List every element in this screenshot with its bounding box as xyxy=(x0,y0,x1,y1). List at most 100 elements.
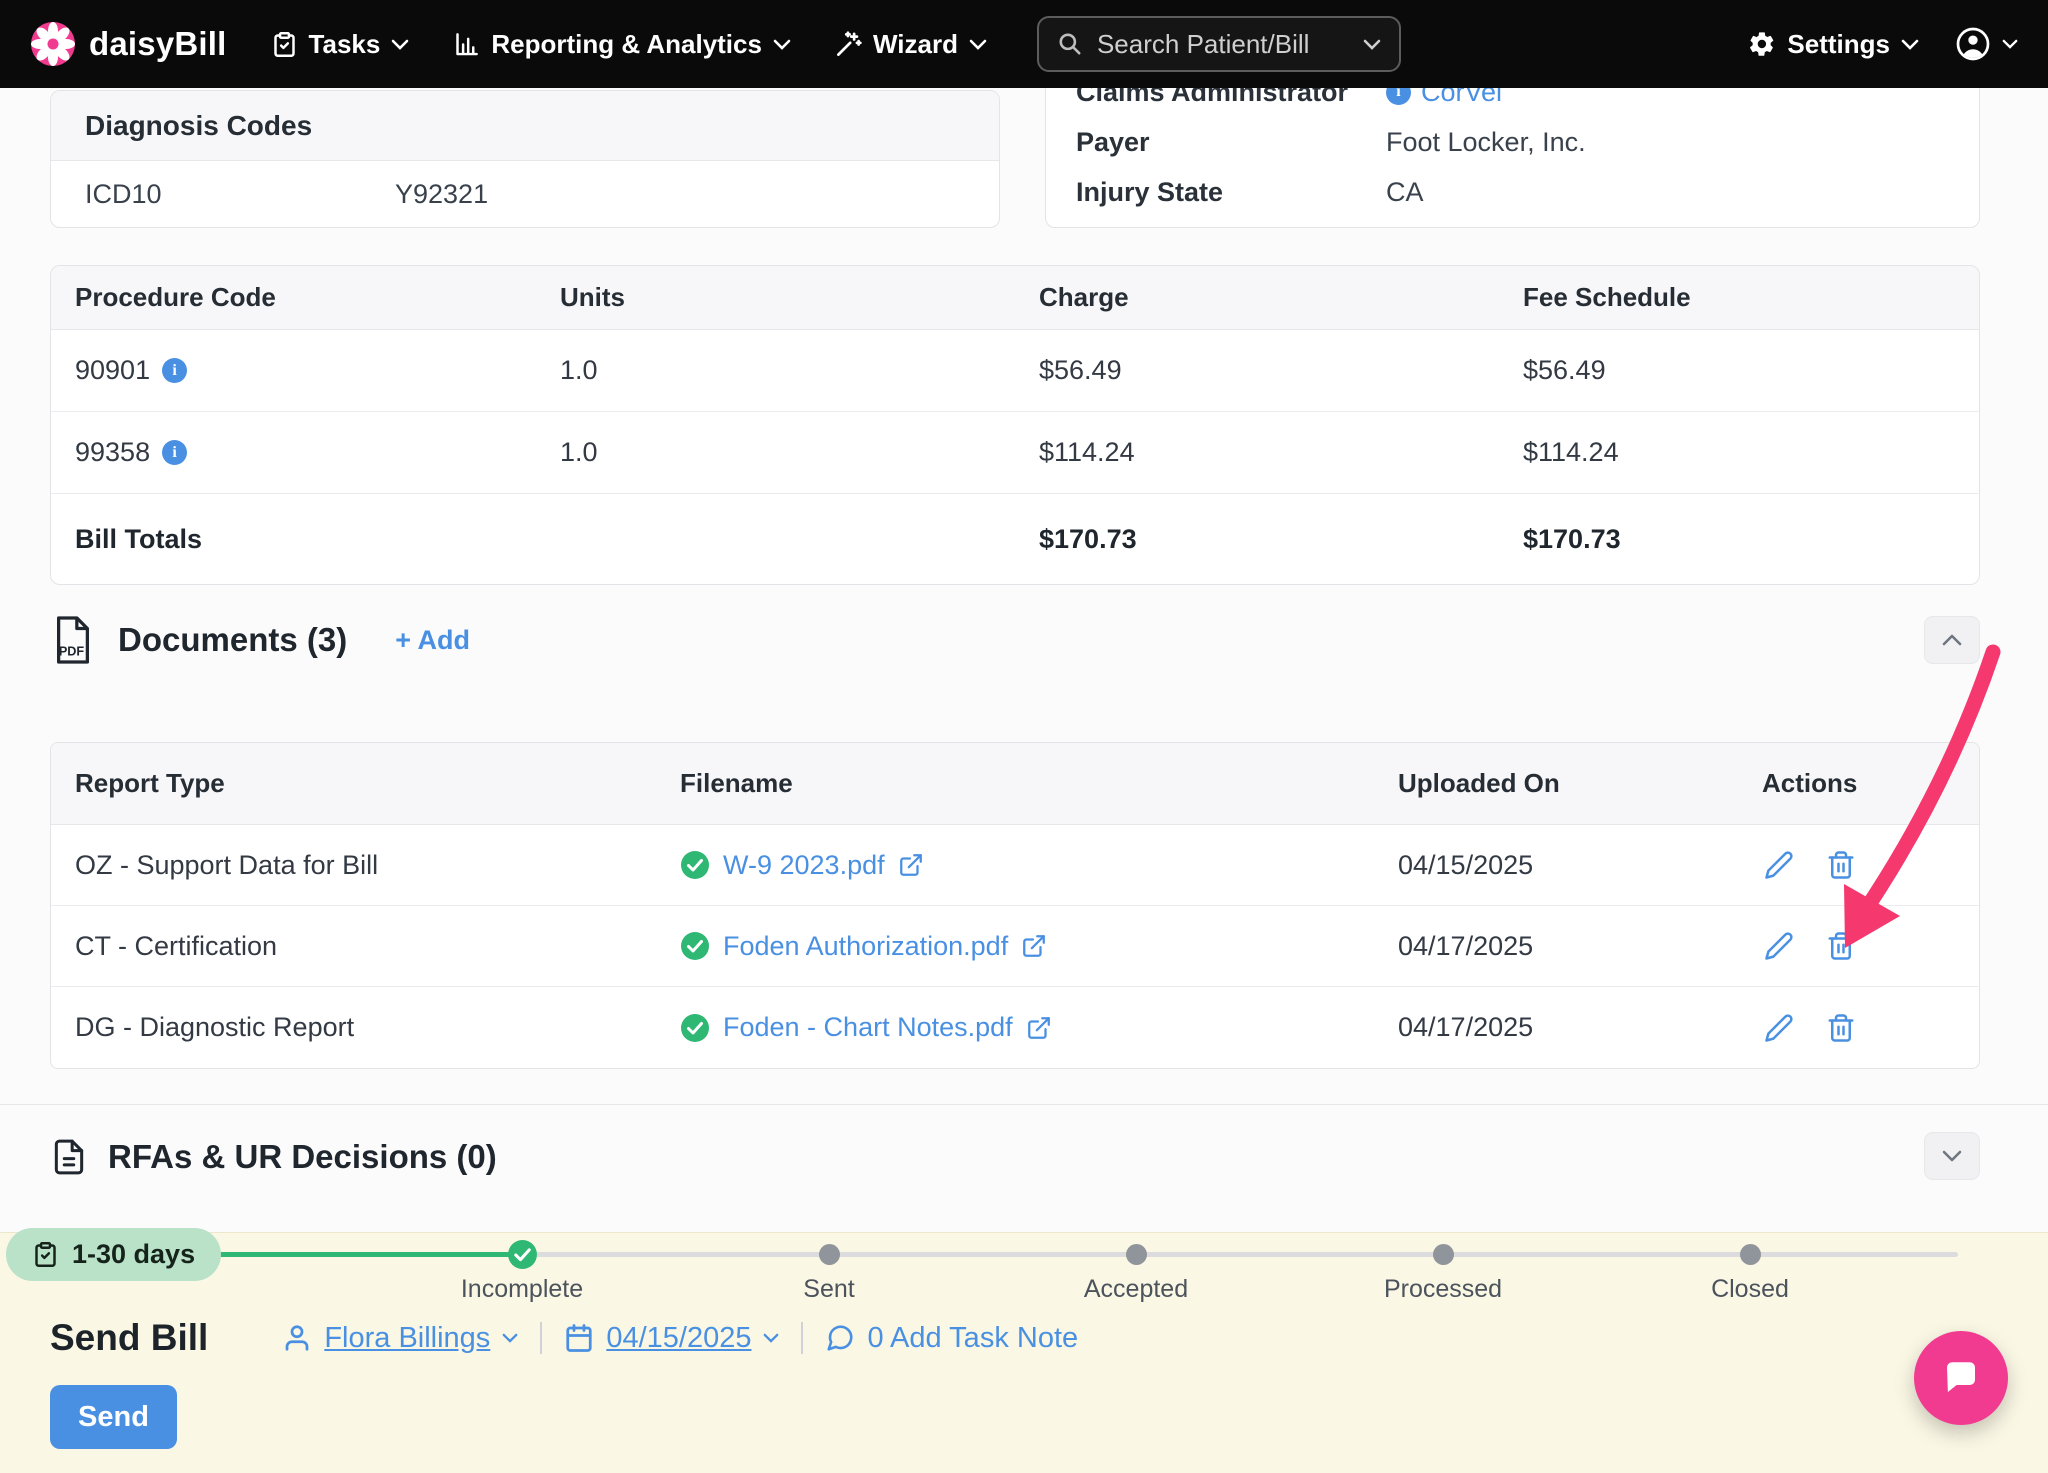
bill-date-select[interactable]: 04/15/2025 xyxy=(564,1322,779,1355)
documents-section-header: PDF Documents (3) + Add xyxy=(50,608,1980,672)
step-label-closed: Closed xyxy=(1630,1275,1870,1304)
search-scope-chevron-icon[interactable] xyxy=(1363,39,1381,50)
injury-state-value: CA xyxy=(1386,177,1424,208)
check-circle-icon xyxy=(680,850,710,880)
step-label-sent: Sent xyxy=(709,1275,949,1304)
procedure-code: 99358 xyxy=(75,437,150,468)
step-node-incomplete xyxy=(507,1239,538,1270)
col-units: Units xyxy=(560,282,1039,313)
step-label-incomplete: Incomplete xyxy=(402,1275,642,1304)
page: daisyBill Tasks Reporting & Anal xyxy=(0,0,2048,1473)
chevron-down-icon xyxy=(773,39,791,50)
delete-document-button[interactable] xyxy=(1824,848,1858,882)
diagnosis-code: Y92321 xyxy=(395,179,488,210)
chevron-down-icon xyxy=(1941,1149,1963,1163)
add-task-note-button[interactable]: 0 Add Task Note xyxy=(825,1322,1078,1355)
nav-reporting-label: Reporting & Analytics xyxy=(491,29,762,60)
brand-name: daisyBill xyxy=(89,25,227,63)
clipboard-icon xyxy=(32,1241,59,1268)
bill-date: 04/15/2025 xyxy=(606,1322,751,1355)
col-uploaded-on: Uploaded On xyxy=(1398,768,1762,799)
table-row: CT - Certification Foden Authorization.p… xyxy=(51,906,1979,987)
nav-reporting-analytics[interactable]: Reporting & Analytics xyxy=(453,29,791,60)
step-label-processed: Processed xyxy=(1323,1275,1563,1304)
nav-account-menu[interactable] xyxy=(1955,26,2018,62)
rfas-expand-button[interactable] xyxy=(1924,1132,1980,1180)
send-bill-controls: Send Bill Flora Billings 04/15/2025 xyxy=(50,1315,1078,1361)
biller-select[interactable]: Flora Billings xyxy=(282,1322,518,1355)
send-bill-title: Send Bill xyxy=(50,1317,208,1359)
edit-document-button[interactable] xyxy=(1762,848,1796,882)
procedures-table: Procedure Code Units Charge Fee Schedule… xyxy=(50,265,1980,585)
edit-document-button[interactable] xyxy=(1762,1011,1796,1045)
table-row: DG - Diagnostic Report Foden - Chart Not… xyxy=(51,987,1979,1068)
procedure-fee: $114.24 xyxy=(1523,437,1955,468)
chevron-up-icon xyxy=(1941,633,1963,647)
procedures-header-row: Procedure Code Units Charge Fee Schedule xyxy=(51,266,1979,330)
person-circle-icon xyxy=(1955,26,1991,62)
search-placeholder: Search Patient/Bill xyxy=(1097,29,1309,60)
diagnosis-row: ICD10 Y92321 xyxy=(51,161,999,227)
delete-document-button[interactable] xyxy=(1824,929,1858,963)
bar-chart-icon xyxy=(453,31,480,58)
nav-settings-label: Settings xyxy=(1787,29,1890,60)
trash-icon xyxy=(1826,931,1856,961)
document-filename-link[interactable]: Foden Authorization.pdf xyxy=(723,931,1008,962)
document-uploaded-on: 04/15/2025 xyxy=(1398,850,1762,881)
nav-wizard-label: Wizard xyxy=(873,29,958,60)
add-document-button[interactable]: + Add xyxy=(395,625,470,656)
nav-left-group: daisyBill Tasks Reporting & Anal xyxy=(30,16,1401,72)
documents-header-row: Report Type Filename Uploaded On Actions xyxy=(51,743,1979,825)
chat-launcher-button[interactable] xyxy=(1914,1331,2008,1425)
bill-totals-label: Bill Totals xyxy=(75,524,560,555)
table-row: OZ - Support Data for Bill W-9 2023.pdf … xyxy=(51,825,1979,906)
col-charge: Charge xyxy=(1039,282,1523,313)
gear-icon xyxy=(1748,30,1776,58)
info-icon[interactable] xyxy=(162,358,187,383)
bill-totals-charge: $170.73 xyxy=(1039,524,1523,555)
brand-logo[interactable]: daisyBill xyxy=(30,21,227,67)
nav-settings[interactable]: Settings xyxy=(1748,29,1919,60)
check-circle-icon xyxy=(680,1013,710,1043)
step-node-accepted xyxy=(1126,1244,1147,1265)
pdf-file-icon: PDF xyxy=(50,615,96,665)
document-uploaded-on: 04/17/2025 xyxy=(1398,931,1762,962)
divider xyxy=(540,1322,542,1354)
chevron-down-icon xyxy=(1901,39,1919,50)
document-filename-link[interactable]: Foden - Chart Notes.pdf xyxy=(723,1012,1013,1043)
nav-tasks[interactable]: Tasks xyxy=(271,29,410,60)
external-link-icon[interactable] xyxy=(898,852,924,878)
delete-document-button[interactable] xyxy=(1824,1011,1858,1045)
document-filename-link[interactable]: W-9 2023.pdf xyxy=(723,850,885,881)
check-circle-icon xyxy=(507,1239,538,1270)
document-report-type: OZ - Support Data for Bill xyxy=(75,850,680,881)
search-patient-bill-input[interactable]: Search Patient/Bill xyxy=(1037,16,1401,72)
nav-right-group: Settings xyxy=(1748,26,2018,62)
col-filename: Filename xyxy=(680,768,1398,799)
external-link-icon[interactable] xyxy=(1021,933,1047,959)
pencil-icon xyxy=(1764,931,1794,961)
payer-label: Payer xyxy=(1076,127,1386,158)
chevron-down-icon xyxy=(763,1333,779,1343)
documents-collapse-button[interactable] xyxy=(1924,616,1980,664)
chevron-down-icon xyxy=(391,39,409,50)
daisy-flower-icon xyxy=(30,21,76,67)
col-procedure-code: Procedure Code xyxy=(75,282,560,313)
step-label-accepted: Accepted xyxy=(1016,1275,1256,1304)
info-icon[interactable] xyxy=(162,440,187,465)
document-uploaded-on: 04/17/2025 xyxy=(1398,1012,1762,1043)
pdf-icon-label: PDF xyxy=(59,644,85,658)
send-button[interactable]: Send xyxy=(50,1385,177,1449)
procedure-charge: $56.49 xyxy=(1039,355,1523,386)
bill-age-label: 1-30 days xyxy=(72,1239,195,1270)
chevron-down-icon xyxy=(502,1333,518,1343)
bill-totals-row: Bill Totals $170.73 $170.73 xyxy=(51,494,1979,584)
injury-state-row: Injury State CA xyxy=(1076,167,1949,217)
edit-document-button[interactable] xyxy=(1762,929,1796,963)
step-node-closed xyxy=(1740,1244,1761,1265)
external-link-icon[interactable] xyxy=(1026,1015,1052,1041)
send-bill-bar: 1-30 days Incomplete Sent Accepted Proce… xyxy=(0,1232,2048,1473)
rfas-section-header: RFAs & UR Decisions (0) xyxy=(50,1130,1980,1184)
procedure-units: 1.0 xyxy=(560,355,1039,386)
nav-wizard[interactable]: Wizard xyxy=(835,29,987,60)
